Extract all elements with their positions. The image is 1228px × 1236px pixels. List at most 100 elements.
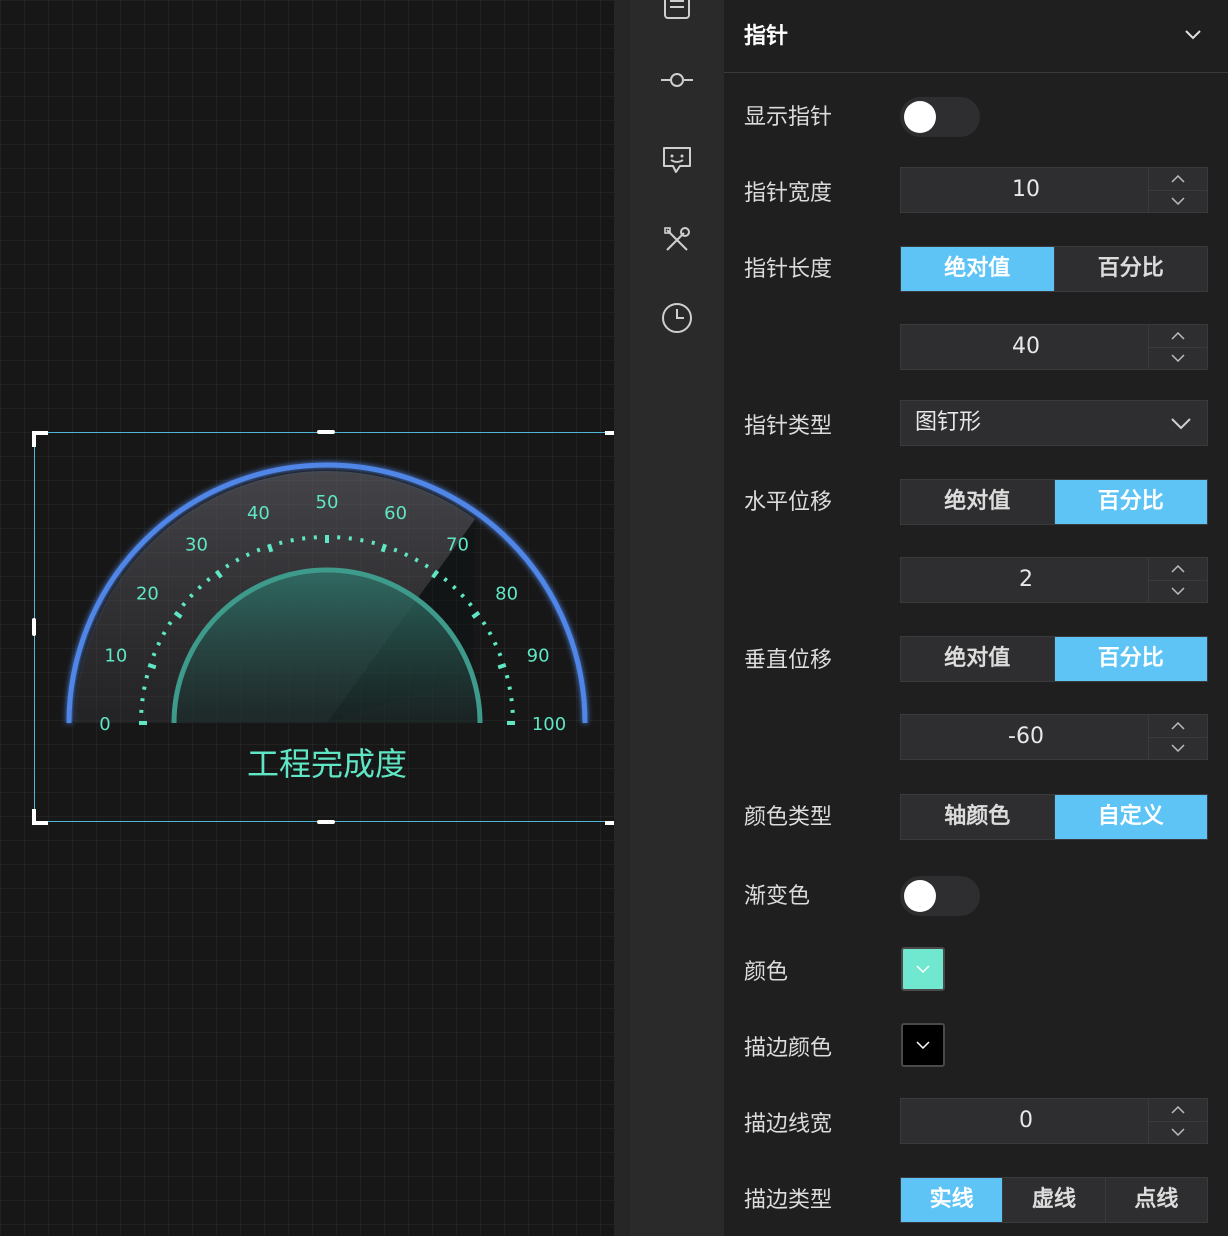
minor-tick bbox=[487, 631, 493, 636]
pointer-length-value[interactable]: 40 bbox=[901, 325, 1151, 369]
resize-handle-tl-v[interactable] bbox=[32, 431, 36, 447]
minor-tick bbox=[167, 620, 173, 626]
tick-label: 100 bbox=[532, 714, 566, 735]
tick-label: 60 bbox=[384, 503, 407, 524]
increment-button[interactable] bbox=[1149, 1099, 1207, 1122]
increment-button[interactable] bbox=[1149, 168, 1207, 191]
v-offset-absolute[interactable]: 绝对值 bbox=[901, 637, 1054, 681]
color-type-axis[interactable]: 轴颜色 bbox=[901, 795, 1054, 839]
stroke-type-mode: 实线 虚线 点线 bbox=[900, 1177, 1208, 1223]
icon-rail bbox=[630, 0, 724, 1236]
v-offset-percent[interactable]: 百分比 bbox=[1053, 637, 1207, 681]
chevron-down-icon bbox=[1171, 354, 1185, 362]
minor-tick bbox=[481, 620, 487, 626]
stroke-width-stepper[interactable]: 0 bbox=[900, 1098, 1208, 1144]
chevron-up-icon bbox=[1171, 1106, 1185, 1114]
commit-icon[interactable] bbox=[659, 62, 695, 98]
stroke-width-label: 描边线宽 bbox=[744, 1112, 833, 1137]
chevron-up-icon bbox=[1171, 722, 1185, 730]
increment-button[interactable] bbox=[1149, 325, 1207, 348]
minor-tick bbox=[414, 557, 419, 563]
gauge-widget-selection[interactable]: 0 10 20 30 40 50 60 70 80 90 100 工程完成度 bbox=[34, 432, 619, 822]
show-pointer-toggle[interactable] bbox=[900, 97, 980, 137]
stroke-width-value[interactable]: 0 bbox=[901, 1099, 1151, 1143]
decrement-button[interactable] bbox=[1149, 190, 1207, 212]
minor-tick bbox=[224, 563, 230, 569]
stroke-color-swatch[interactable] bbox=[901, 1023, 945, 1067]
panel-header[interactable]: 指针 bbox=[724, 0, 1228, 73]
pointer-width-stepper[interactable]: 10 bbox=[900, 167, 1208, 213]
tick-label: 20 bbox=[136, 584, 159, 605]
pointer-length-absolute[interactable]: 绝对值 bbox=[901, 247, 1054, 291]
minor-tick bbox=[144, 674, 150, 679]
chevron-down-icon[interactable] bbox=[1182, 24, 1204, 46]
chevron-down-icon bbox=[1171, 587, 1185, 595]
chevron-down-icon bbox=[1171, 418, 1191, 430]
minor-tick bbox=[278, 540, 283, 546]
major-tick bbox=[147, 663, 157, 670]
h-offset-absolute[interactable]: 绝对值 bbox=[901, 480, 1054, 524]
pointer-length-percent[interactable]: 百分比 bbox=[1053, 247, 1208, 291]
resize-handle-top[interactable] bbox=[317, 430, 335, 434]
chevron-down-icon bbox=[1171, 1128, 1185, 1136]
h-offset-percent[interactable]: 百分比 bbox=[1053, 480, 1207, 524]
minor-tick bbox=[451, 584, 457, 590]
panel-divider[interactable] bbox=[614, 0, 630, 1236]
minor-tick bbox=[507, 686, 512, 690]
pointer-length-label: 指针长度 bbox=[744, 257, 833, 282]
gauge-chart: 0 10 20 30 40 50 60 70 80 90 100 工程完成度 bbox=[66, 462, 588, 783]
show-pointer-label: 显示指针 bbox=[744, 105, 833, 130]
minor-tick bbox=[206, 577, 211, 583]
minor-tick bbox=[140, 697, 145, 702]
tick-label: 10 bbox=[104, 645, 127, 666]
toggle-knob bbox=[904, 880, 936, 912]
stroke-type-dotted[interactable]: 点线 bbox=[1104, 1178, 1207, 1222]
pointer-width-label: 指针宽度 bbox=[744, 181, 833, 206]
major-tick bbox=[380, 543, 387, 553]
stroke-type-label: 描边类型 bbox=[744, 1188, 833, 1213]
major-tick bbox=[497, 663, 507, 670]
color-type-mode: 轴颜色 自定义 bbox=[900, 794, 1208, 840]
stroke-type-solid[interactable]: 实线 bbox=[901, 1178, 1003, 1222]
v-offset-stepper[interactable]: -60 bbox=[900, 714, 1208, 760]
chat-bubble-icon[interactable] bbox=[659, 142, 695, 178]
decrement-button[interactable] bbox=[1149, 580, 1207, 602]
design-canvas[interactable]: 0 10 20 30 40 50 60 70 80 90 100 工程完成度 bbox=[0, 0, 621, 1236]
minor-tick bbox=[492, 641, 498, 647]
tick-label: 40 bbox=[247, 503, 270, 524]
pointer-length-mode: 绝对值 百分比 bbox=[900, 246, 1208, 292]
minor-tick bbox=[509, 697, 514, 702]
tick-label: 0 bbox=[99, 714, 110, 735]
v-offset-value[interactable]: -60 bbox=[901, 715, 1151, 759]
resize-handle-left[interactable] bbox=[32, 618, 36, 636]
stroke-type-dashed[interactable]: 虚线 bbox=[1002, 1178, 1104, 1222]
minor-tick bbox=[467, 602, 473, 607]
decrement-button[interactable] bbox=[1149, 1121, 1207, 1143]
increment-button[interactable] bbox=[1149, 715, 1207, 738]
color-type-custom[interactable]: 自定义 bbox=[1053, 795, 1207, 839]
tick-label: 50 bbox=[316, 492, 339, 513]
minor-tick bbox=[197, 584, 203, 590]
resize-handle-bl-v[interactable] bbox=[32, 809, 36, 825]
h-offset-label: 水平位移 bbox=[744, 490, 833, 515]
chevron-up-icon bbox=[1171, 175, 1185, 183]
color-swatch[interactable] bbox=[901, 947, 945, 991]
h-offset-value[interactable]: 2 bbox=[901, 558, 1151, 602]
clock-icon[interactable] bbox=[659, 300, 695, 336]
resize-handle-bottom[interactable] bbox=[317, 820, 335, 824]
decrement-button[interactable] bbox=[1149, 737, 1207, 759]
tools-icon[interactable] bbox=[659, 222, 695, 258]
pointer-type-select[interactable]: 图钉形 bbox=[900, 400, 1208, 446]
increment-button[interactable] bbox=[1149, 558, 1207, 581]
minor-tick bbox=[497, 652, 503, 657]
minor-tick bbox=[245, 552, 251, 558]
pointer-width-value[interactable]: 10 bbox=[901, 168, 1151, 212]
minor-tick bbox=[443, 577, 448, 583]
tick-label: 70 bbox=[446, 534, 469, 555]
gradient-toggle[interactable] bbox=[900, 876, 980, 916]
pointer-length-stepper[interactable]: 40 bbox=[900, 324, 1208, 370]
chevron-down-icon bbox=[1171, 744, 1185, 752]
decrement-button[interactable] bbox=[1149, 347, 1207, 369]
list-icon[interactable] bbox=[659, 0, 695, 24]
h-offset-stepper[interactable]: 2 bbox=[900, 557, 1208, 603]
